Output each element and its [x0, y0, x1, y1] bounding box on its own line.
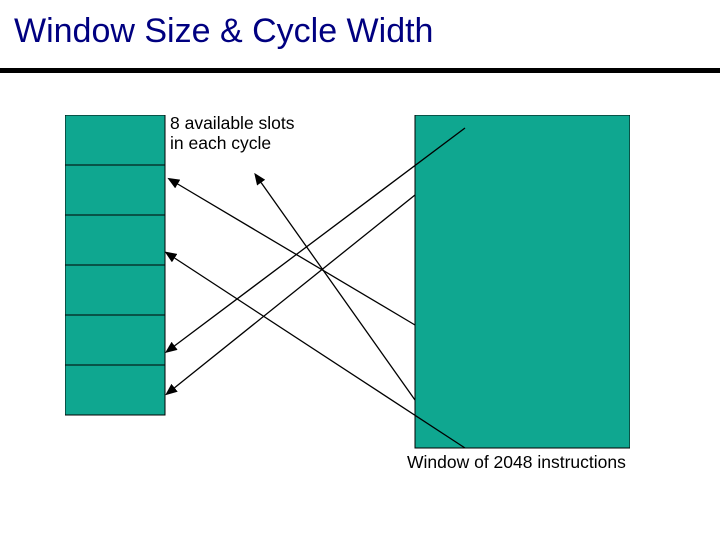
- instruction-window-box: [415, 115, 630, 448]
- cycle-slot-box: [65, 265, 165, 315]
- window-label: Window of 2048 instructions: [407, 452, 626, 473]
- diagram-svg: [65, 115, 630, 480]
- mapping-arrow: [176, 183, 415, 325]
- slide-title: Window Size & Cycle Width: [14, 12, 433, 51]
- cycle-slot-box: [65, 215, 165, 265]
- cycle-slot-box: [65, 165, 165, 215]
- slide: Window Size & Cycle Width 8 available sl…: [0, 0, 720, 540]
- cycle-slot-box: [65, 315, 165, 365]
- cycle-slot-stack: [65, 115, 165, 415]
- cycle-slot-box: [65, 115, 165, 165]
- mapping-arrow: [173, 195, 415, 389]
- title-underline: [0, 68, 720, 73]
- cycle-slot-box: [65, 365, 165, 415]
